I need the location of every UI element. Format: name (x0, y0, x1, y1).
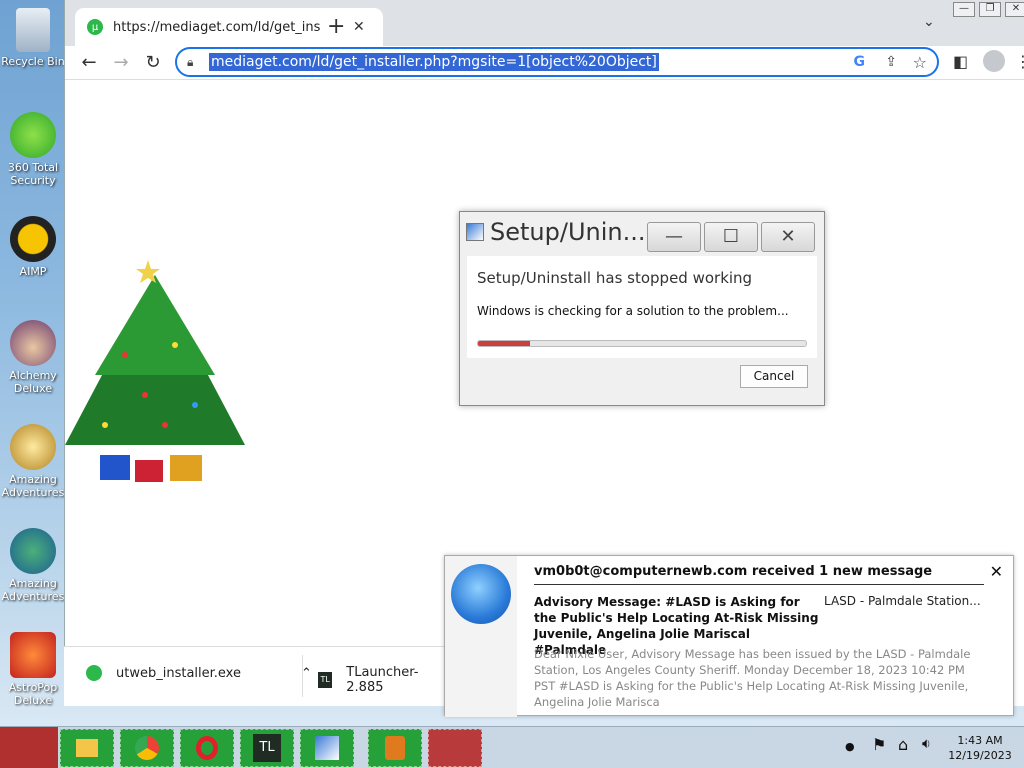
url-text[interactable]: mediaget.com/ld/get_installer.php?mgsite… (209, 53, 659, 71)
browser-toolbar: ← → ↻ 🔒︎ mediaget.com/ld/get_installer.p… (65, 46, 1024, 80)
system-clock[interactable]: 1:43 AM 12/19/2023 (940, 733, 1020, 763)
dialog-message: Windows is checking for a solution to th… (477, 304, 789, 318)
download-filename: TLauncher-2.885 (346, 665, 419, 695)
thunderbird-icon (451, 564, 511, 624)
alchemy-icon (10, 320, 56, 366)
desktop-icon-label: Recycle Bin (1, 55, 65, 68)
reload-button[interactable]: ↻ (141, 52, 165, 73)
network-tray-icon[interactable]: ⌂ (898, 735, 908, 754)
active-app-taskbar-icon[interactable] (428, 729, 482, 767)
java-taskbar-icon[interactable] (368, 729, 422, 767)
download-filename: utweb_installer.exe (116, 665, 241, 681)
share-icon[interactable]: ⇪ (885, 54, 897, 70)
amazing-adventures-2-icon (10, 528, 56, 574)
maximize-window-button[interactable]: ❐ (979, 2, 1001, 17)
notification-sender: LASD - Palmdale Station... (824, 594, 981, 608)
mail-notification[interactable]: vm0b0t@computernewb.com received 1 new m… (444, 555, 1014, 717)
error-dialog: Setup/Unin... — ☐ ✕ Setup/Uninstall has … (459, 211, 825, 406)
dialog-minimize-button[interactable]: — (647, 222, 701, 252)
notification-header: vm0b0t@computernewb.com received 1 new m… (534, 564, 933, 579)
desktop-icon-label: AstroPop Deluxe (8, 681, 58, 707)
christmas-tree-image (65, 260, 245, 482)
amazing-adventures-icon (10, 424, 56, 470)
recycle-bin-icon (16, 8, 50, 52)
cancel-button[interactable]: Cancel (740, 365, 808, 388)
close-window-button[interactable]: ✕ (1005, 2, 1024, 17)
dialog-heading: Setup/Uninstall has stopped working (477, 269, 753, 287)
download-bar: utweb_installer.exe ⌃ TL TLauncher-2.885 (64, 646, 444, 706)
notification-close-icon[interactable]: ✕ (990, 562, 1003, 581)
desktop-icon-amazing-adventures-2[interactable]: Amazing Adventures (0, 528, 66, 603)
astropop-icon (10, 632, 56, 678)
back-button[interactable]: ← (77, 52, 101, 73)
lock-icon[interactable]: 🔒︎ (187, 55, 199, 70)
desktop-icon-label: 360 Total Security (7, 161, 59, 187)
download-item[interactable]: utweb_installer.exe ⌃ (86, 665, 312, 681)
start-button[interactable] (0, 727, 58, 768)
menu-icon[interactable]: ⋮ (1015, 52, 1024, 71)
show-hidden-icons[interactable]: ● (845, 740, 855, 753)
chrome-taskbar-icon[interactable] (120, 729, 174, 767)
dialog-title: Setup/Unin... (490, 218, 646, 246)
new-tab-button[interactable]: + (327, 14, 345, 39)
minimize-window-button[interactable]: — (953, 2, 975, 17)
desktop-icon-label: Amazing Adventures (1, 577, 65, 603)
clock-date: 12/19/2023 (948, 749, 1012, 762)
utorrent-favicon-icon: µ (87, 19, 103, 35)
notification-body: Dear Nixle User, Advisory Message has be… (534, 647, 971, 709)
tab-strip: µ https://mediaget.com/ld/get_ins ✕ + ⌄ … (65, 0, 1024, 46)
desktop-icon-astropop[interactable]: AstroPop Deluxe (0, 632, 66, 707)
download-item[interactable]: TL TLauncher-2.885 (318, 665, 444, 695)
clock-time: 1:43 AM (957, 734, 1003, 747)
file-explorer-taskbar-icon[interactable] (60, 729, 114, 767)
google-lens-icon[interactable]: G (854, 54, 866, 70)
desktop-icon-recycle-bin[interactable]: Recycle Bin (0, 8, 66, 68)
progress-bar (477, 340, 807, 347)
bookmark-star-icon[interactable]: ☆ (913, 53, 927, 72)
close-tab-icon[interactable]: ✕ (353, 19, 365, 35)
forward-button[interactable]: → (109, 52, 133, 73)
notification-tray-icon[interactable]: ⚑ (872, 735, 886, 754)
setup-app-icon (466, 223, 484, 241)
tlauncher-taskbar-icon[interactable]: TL (240, 729, 294, 767)
desktop-icon-label: Alchemy Deluxe (9, 369, 57, 395)
utorrent-file-icon (86, 665, 102, 681)
desktop-icon-label: AIMP (19, 265, 47, 278)
progress-fill (478, 341, 531, 346)
360-total-security-icon (10, 112, 56, 158)
dialog-body: Setup/Uninstall has stopped working Wind… (467, 256, 817, 358)
tlauncher-file-icon: TL (318, 672, 333, 688)
setup-taskbar-icon[interactable] (300, 729, 354, 767)
profile-avatar-icon[interactable] (983, 50, 1005, 72)
side-panel-icon[interactable]: ◧ (953, 52, 968, 71)
tab-title: https://mediaget.com/ld/get_ins (113, 19, 321, 35)
dialog-maximize-button[interactable]: ☐ (704, 222, 758, 252)
dialog-close-button[interactable]: ✕ (761, 222, 815, 252)
notification-icon-panel (445, 556, 517, 717)
opera-taskbar-icon[interactable] (180, 729, 234, 767)
aimp-icon (10, 216, 56, 262)
desktop-icon-360-total-security[interactable]: 360 Total Security (0, 112, 66, 187)
dialog-titlebar: Setup/Unin... (466, 218, 645, 246)
address-bar[interactable]: 🔒︎ mediaget.com/ld/get_installer.php?mgs… (175, 47, 939, 77)
notification-divider (534, 584, 984, 585)
volume-tray-icon[interactable]: 🔉︎ (922, 736, 931, 752)
taskbar: TL ● ⚑ ⌂ 🔉︎ 1:43 AM 12/19/2023 (0, 726, 1024, 768)
tab-search-chevron-icon[interactable]: ⌄ (923, 14, 935, 30)
divider (302, 655, 303, 697)
